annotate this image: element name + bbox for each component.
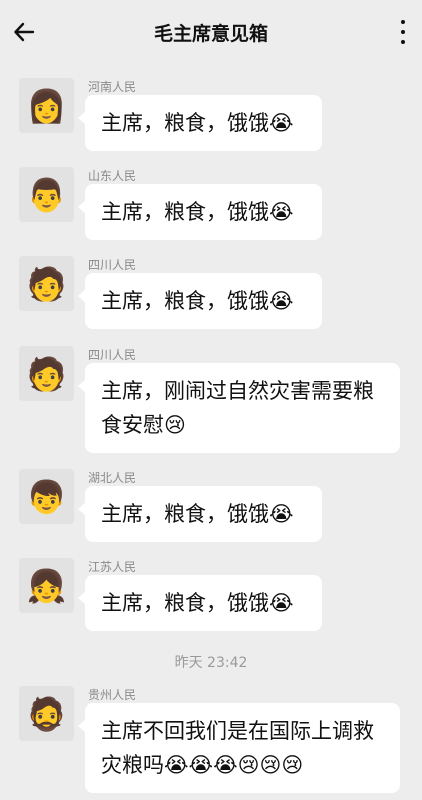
sender-name: 四川人民 — [88, 258, 137, 272]
back-button[interactable] — [10, 18, 38, 46]
message-bubble[interactable]: 主席，粮食，饿饿😭 — [78, 95, 322, 151]
sender-name: 江苏人民 — [88, 560, 137, 574]
top-bar: 毛主席意见箱 — [0, 0, 422, 64]
message-bubble[interactable]: 主席，粮食，饿饿😭 — [78, 575, 322, 631]
sender-name: 贵州人民 — [88, 688, 137, 702]
arrow-left-icon — [14, 22, 35, 42]
message-bubble[interactable]: 主席不回我们是在国际上调救灾粮吗😭😭😭😢😢😢 — [78, 703, 400, 793]
avatar[interactable]: 👦 — [19, 469, 74, 524]
more-options-button[interactable] — [398, 20, 408, 44]
more-dot — [401, 30, 405, 34]
message-bubble[interactable]: 主席，粮食，饿饿😭 — [78, 486, 322, 542]
avatar[interactable]: 🧑 — [19, 256, 74, 311]
message-bubble[interactable]: 主席，刚闹过自然灾害需要粮食安慰😢 — [78, 363, 400, 453]
sender-name: 四川人民 — [88, 348, 137, 362]
avatar[interactable]: 👧 — [19, 558, 74, 613]
sender-name: 河南人民 — [88, 80, 137, 94]
avatar[interactable]: 👩 — [19, 78, 74, 133]
chat-title: 毛主席意见箱 — [153, 22, 268, 45]
message-bubble[interactable]: 主席，粮食，饿饿😭 — [78, 184, 322, 240]
avatar[interactable]: 🧑 — [19, 346, 74, 401]
avatar[interactable]: 🧔 — [19, 686, 74, 741]
avatar[interactable]: 👨 — [19, 167, 74, 222]
sender-name: 山东人民 — [88, 169, 137, 183]
more-dot — [401, 40, 405, 44]
message-bubble[interactable]: 主席，粮食，饿饿😭 — [78, 273, 322, 329]
sender-name: 湖北人民 — [88, 471, 137, 485]
more-vertical-icon — [401, 20, 405, 24]
timestamp: 昨天 23:42 — [174, 655, 248, 671]
